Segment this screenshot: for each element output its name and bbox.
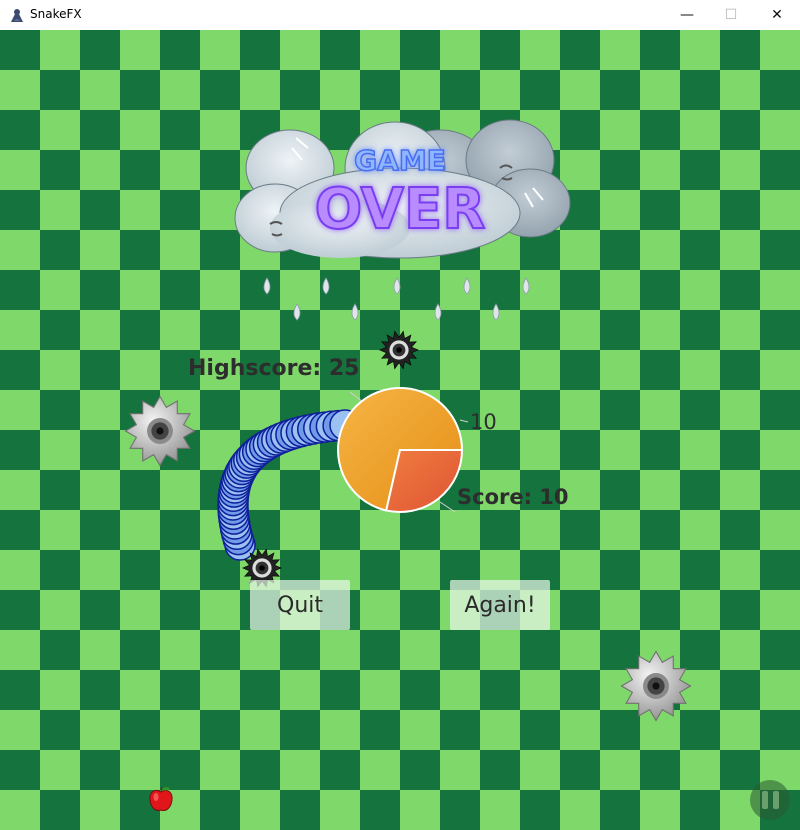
snake-segment — [230, 447, 262, 479]
snake-segment — [241, 435, 274, 468]
logo-game-text: GAME — [354, 144, 446, 177]
snake-icon — [11, 9, 23, 22]
snake-segment — [233, 444, 265, 476]
apple-icon — [149, 786, 173, 811]
snake-segment — [270, 420, 302, 453]
snake-segment — [228, 450, 260, 483]
snake-segment — [219, 508, 251, 540]
logo-over-text: OVER — [315, 177, 486, 242]
score-label: Score: 10 — [457, 485, 569, 509]
snake-segment — [217, 498, 250, 530]
snake-segment — [219, 468, 252, 500]
snake-segment — [218, 503, 250, 535]
saw-blade-icon — [124, 395, 196, 467]
pie-slice-score — [385, 449, 464, 513]
snake-segment — [248, 430, 281, 463]
snake-segment — [217, 484, 249, 517]
snake-segment — [265, 422, 297, 454]
pie-value-label: 10 — [470, 410, 497, 434]
snake-segment — [217, 480, 250, 513]
minimize-button[interactable]: — — [664, 0, 710, 30]
game-board: GAME OVER Highscore: 25 10 Score: 10 Qui… — [0, 30, 800, 830]
snake-segment — [219, 472, 251, 504]
snake-segment — [217, 493, 249, 526]
raindrops — [263, 277, 530, 321]
snake-segment — [238, 438, 271, 471]
snake-segment — [217, 489, 249, 521]
quit-button[interactable]: Quit — [250, 580, 350, 630]
close-button[interactable]: ✕ — [754, 0, 800, 30]
saw-blade-icon — [620, 650, 692, 722]
pause-icon — [761, 791, 768, 809]
snake-segment — [222, 460, 255, 493]
maximize-button[interactable]: ☐ — [708, 0, 754, 30]
game-over-logo: GAME OVER — [234, 119, 571, 321]
window-title: SnakeFX — [30, 7, 82, 21]
snake-segment — [256, 426, 289, 458]
pie-leader-line — [459, 419, 469, 423]
again-button[interactable]: Again! — [450, 580, 550, 630]
snake-segment — [218, 476, 250, 508]
snake-segment — [261, 424, 293, 456]
snake-segment — [221, 518, 253, 551]
snake-segment — [221, 464, 253, 497]
pause-icon — [772, 791, 779, 809]
pause-button[interactable] — [750, 780, 790, 820]
snake-segment — [219, 513, 252, 545]
snake-segment — [235, 441, 268, 473]
small-saw-icon — [379, 330, 419, 370]
snake-segment — [252, 428, 285, 461]
snake-segment — [224, 457, 256, 489]
window-titlebar[interactable]: SnakeFX — ☐ ✕ — [0, 0, 800, 30]
pie-leader-line — [439, 501, 456, 513]
highscore-label: Highscore: 25 — [188, 356, 360, 381]
snake-segment — [226, 453, 258, 486]
snake-segment — [245, 433, 277, 465]
